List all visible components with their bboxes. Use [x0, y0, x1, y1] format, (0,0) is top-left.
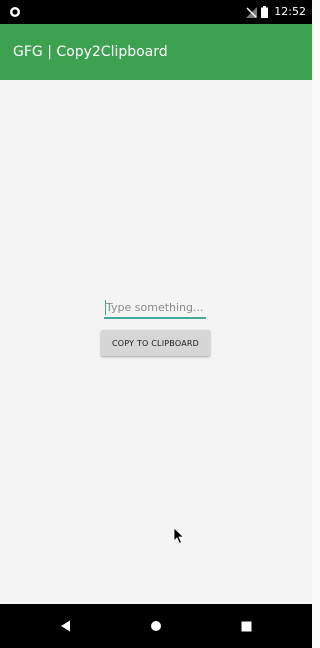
recents-icon	[241, 621, 251, 631]
status-bar: 12:52	[0, 0, 312, 24]
home-button[interactable]	[146, 616, 166, 636]
no-signal-icon	[246, 6, 258, 18]
recents-button[interactable]	[236, 616, 256, 636]
app-bar: GFG | Copy2Clipboard	[0, 24, 312, 80]
status-time: 12:52	[274, 5, 306, 18]
home-icon	[151, 621, 161, 631]
copy-to-clipboard-button[interactable]: COPY TO CLIPBOARD	[101, 330, 210, 356]
battery-icon	[261, 6, 269, 18]
back-icon	[61, 620, 70, 632]
back-button[interactable]	[56, 616, 76, 636]
record-icon	[10, 7, 20, 17]
main-content: COPY TO CLIPBOARD	[0, 80, 312, 604]
app-title: GFG | Copy2Clipboard	[13, 44, 168, 60]
nav-bar	[0, 604, 312, 648]
mouse-cursor-icon	[173, 527, 185, 545]
text-input[interactable]	[104, 297, 206, 319]
text-caret	[105, 300, 106, 315]
status-icons: 12:52	[246, 4, 306, 20]
